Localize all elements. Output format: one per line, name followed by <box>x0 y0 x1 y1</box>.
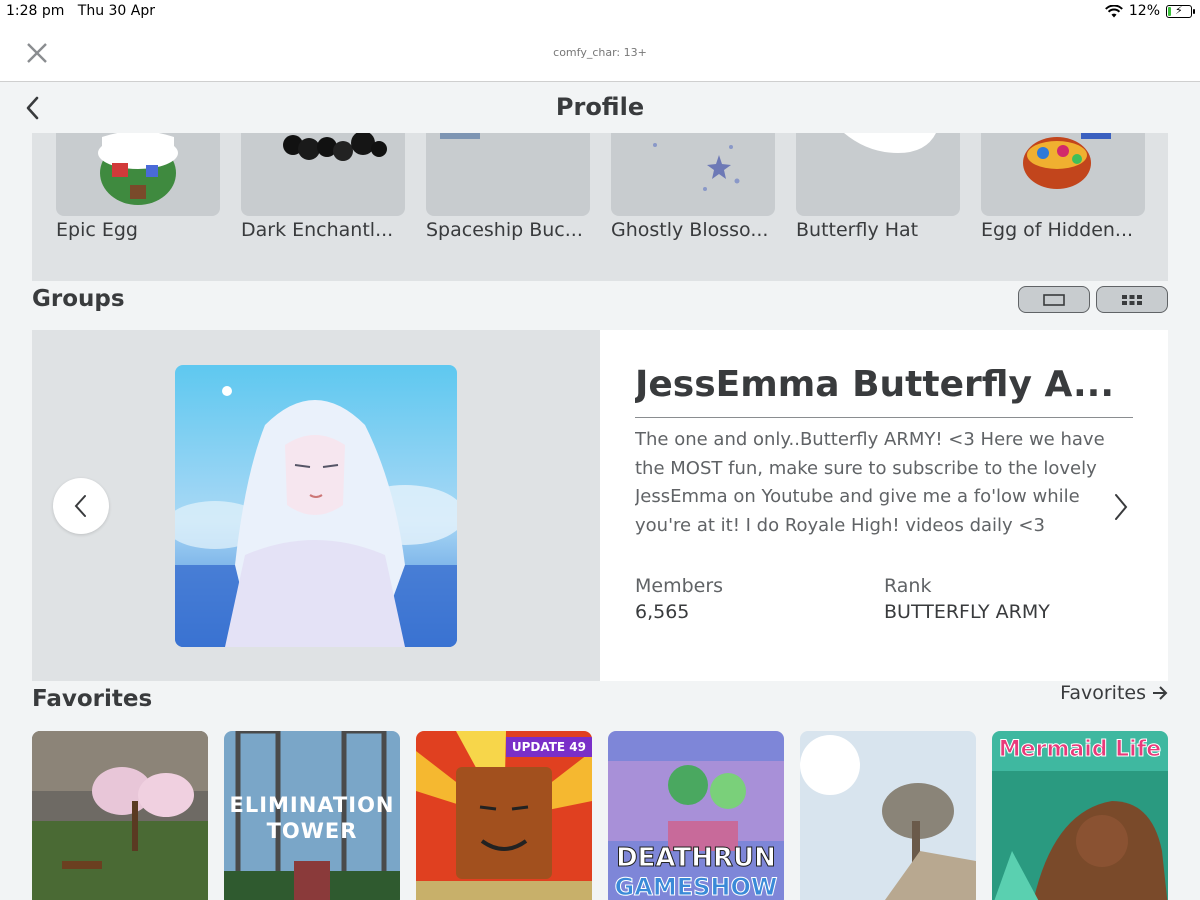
item-card[interactable]: Epic Egg <box>56 133 221 241</box>
group-info-panel: JessEmma Butterfly A... The one and only… <box>600 330 1168 681</box>
tile-title-line1: DEATHRUN <box>616 843 777 874</box>
update-badge: UPDATE 49 <box>505 737 592 757</box>
wifi-icon <box>1104 4 1123 17</box>
tile-title-line2: GAMESHOW <box>614 873 778 900</box>
favorite-game-tile[interactable] <box>800 731 976 900</box>
page-title: Profile <box>555 93 645 121</box>
rank-label: Rank <box>884 575 932 597</box>
favorites-section-title: Favorites <box>32 686 153 712</box>
profile-header: Profile <box>0 83 1200 133</box>
single-view-toggle[interactable] <box>1018 286 1090 313</box>
item-thumbnail <box>981 133 1145 216</box>
next-group-chevron-icon[interactable] <box>1106 487 1136 527</box>
item-card[interactable]: Ghostly Blosso... <box>611 133 776 241</box>
favorites-link-label: Favorites <box>1060 682 1146 704</box>
arrow-right-icon <box>1153 686 1168 700</box>
item-thumbnail <box>241 133 405 216</box>
item-name: Epic Egg <box>56 219 138 241</box>
favorites-see-all-link[interactable]: Favorites <box>1060 682 1168 704</box>
item-thumbnail <box>426 133 590 216</box>
group-emblem-image[interactable] <box>175 365 457 647</box>
items-strip: Epic Egg Dark Enchantl... Spaceship Buc.… <box>32 133 1168 281</box>
groups-section-title: Groups <box>32 286 125 312</box>
favorite-game-tile[interactable]: ELIMINATION TOWER <box>224 731 400 900</box>
members-value: 6,565 <box>635 601 690 623</box>
item-name: Ghostly Blosso... <box>611 219 769 241</box>
grid-view-toggle[interactable] <box>1096 286 1168 313</box>
item-thumbnail <box>796 133 960 216</box>
single-view-icon <box>1043 293 1065 306</box>
grid-view-icon <box>1122 294 1142 305</box>
battery-icon: ⚡ <box>1166 4 1195 18</box>
rank-value: BUTTERFLY ARMY <box>884 601 1050 623</box>
group-card[interactable]: JessEmma Butterfly A... The one and only… <box>32 330 1168 681</box>
item-thumbnail <box>56 133 220 216</box>
favorite-game-tile[interactable]: Mermaid Life <box>992 731 1168 900</box>
battery-percent: 12% <box>1128 3 1160 19</box>
item-card[interactable]: Egg of Hidden... <box>981 133 1146 241</box>
divider <box>635 417 1133 418</box>
item-name: Butterfly Hat <box>796 219 919 241</box>
item-card[interactable]: Butterfly Hat <box>796 133 961 241</box>
favorite-game-tile[interactable]: DEATHRUN GAMESHOW <box>608 731 784 900</box>
tile-title-line1: ELIMINATION <box>229 793 395 817</box>
members-label: Members <box>635 575 724 597</box>
window-title: comfy_char: 13+ <box>553 46 647 59</box>
favorite-game-tile[interactable] <box>32 731 208 900</box>
chevron-left-icon <box>74 495 86 517</box>
item-card[interactable]: Spaceship Buc... <box>426 133 591 241</box>
item-name: Spaceship Buc... <box>426 219 583 241</box>
group-name[interactable]: JessEmma Butterfly A... <box>635 364 1135 405</box>
status-bar: 1:28 pm Thu 30 Apr 12% ⚡ <box>0 0 1200 24</box>
item-name: Dark Enchantl... <box>241 219 394 241</box>
status-time-date: 1:28 pm Thu 30 Apr <box>6 3 156 19</box>
tile-title-line2: TOWER <box>266 819 358 843</box>
item-card[interactable]: Dark Enchantl... <box>241 133 406 241</box>
item-thumbnail <box>611 133 775 216</box>
favorite-game-tile[interactable]: UPDATE 49 <box>416 731 592 900</box>
item-name: Egg of Hidden... <box>981 219 1134 241</box>
previous-group-button[interactable] <box>53 478 109 534</box>
browser-top-bar: comfy_char: 13+ <box>0 24 1200 82</box>
tile-title-line1: Mermaid Life <box>998 737 1162 763</box>
group-description: The one and only..Butterfly ARMY! <3 Her… <box>635 429 1105 536</box>
